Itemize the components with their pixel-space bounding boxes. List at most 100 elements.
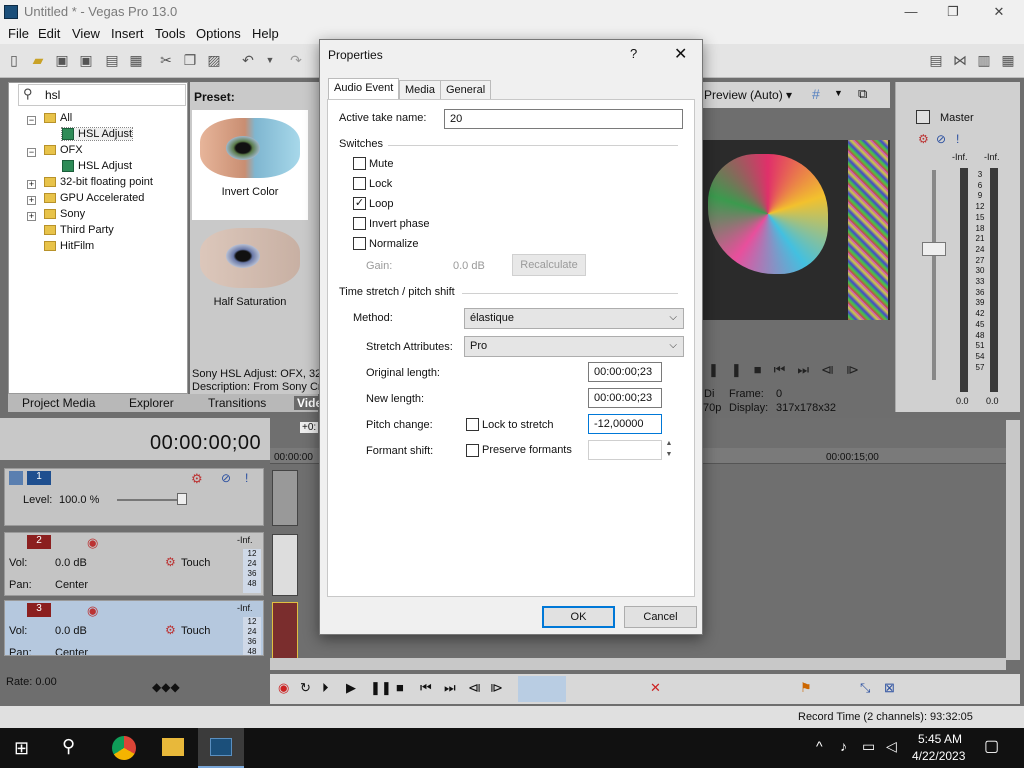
tree-item-hsl-adjust[interactable]: HSL Adjust [62, 160, 132, 173]
toolbar-icon-c[interactable]: ▥ [976, 52, 992, 68]
prev-frame-icon[interactable]: ⧏ [468, 680, 481, 696]
open-icon[interactable]: ▰ [30, 52, 46, 68]
menu-insert[interactable]: Insert [111, 26, 144, 41]
formant-spinner[interactable]: ▲ ▼ [663, 438, 675, 460]
tab-general[interactable]: General [440, 80, 492, 100]
invert-phase-checkbox[interactable] [353, 217, 366, 230]
microphone-icon[interactable]: ♪ [840, 738, 847, 754]
render-icon[interactable]: ▤ [104, 52, 120, 68]
tree-item-all[interactable]: All [44, 112, 72, 124]
arm-record-icon[interactable]: ◉ [87, 603, 98, 619]
tray-chevron-icon[interactable]: ^ [816, 738, 823, 754]
loop-icon[interactable]: ↻ [300, 680, 311, 696]
play-icon[interactable]: ▶ [346, 680, 356, 696]
tree-item-32bit[interactable]: 32-bit floating point [44, 176, 153, 188]
cut-icon[interactable]: ✂ [158, 52, 174, 68]
search-input[interactable]: hsl [45, 88, 60, 102]
master-fader-handle[interactable] [922, 242, 946, 256]
go-to-end-icon[interactable]: ⏭ [444, 680, 456, 696]
play-from-start-icon[interactable]: ⏵ [322, 680, 329, 696]
automation-icon[interactable]: ⚙ [165, 555, 176, 569]
network-icon[interactable]: ▭ [862, 738, 875, 755]
tree-item-hsl-adjust-selected[interactable]: HSL Adjust [60, 126, 134, 142]
toolbar-icon-a[interactable]: ▤ [928, 52, 944, 68]
automation-mode[interactable]: Touch [181, 625, 210, 637]
automation-icon[interactable]: ⚙ [165, 623, 176, 637]
copy-snapshot-icon[interactable]: ⧉ [858, 86, 867, 102]
timeline-hscroll[interactable] [270, 658, 1006, 670]
expander-sony[interactable]: + [27, 212, 36, 221]
original-length-input[interactable]: 00:00:00;23 [588, 362, 662, 382]
go-to-start-icon[interactable]: ⏮ [420, 680, 432, 696]
menu-options[interactable]: Options [196, 26, 241, 41]
mute-icon[interactable]: ⊘ [936, 132, 946, 146]
properties-icon[interactable]: ▦ [128, 52, 144, 68]
expander-32bit[interactable]: + [27, 180, 36, 189]
marker-icon[interactable]: ⚑ [800, 680, 812, 696]
tree-item-sony[interactable]: Sony [44, 208, 85, 220]
menu-view[interactable]: View [72, 26, 100, 41]
preview-quality-dropdown[interactable]: Preview (Auto) ▾ [704, 88, 792, 102]
menu-tools[interactable]: Tools [155, 26, 185, 41]
edit-tool-icon[interactable] [518, 676, 566, 702]
preview-transport[interactable]: ❚❚■⏮⏭⧏⧐ [708, 362, 871, 378]
new-length-input[interactable]: 00:00:00;23 [588, 388, 662, 408]
stretch-attributes-select[interactable]: Pro ⌵ [464, 336, 684, 357]
search-icon[interactable]: ⚲ [62, 736, 75, 757]
toolbar-icon-b[interactable]: ⋈ [952, 52, 968, 68]
active-take-input[interactable]: 20 [444, 109, 683, 129]
loop-checkbox[interactable]: ✓ [353, 197, 366, 210]
recalculate-button[interactable]: Recalculate [512, 254, 586, 276]
solo-icon[interactable]: ! [956, 132, 959, 146]
normalize-checkbox[interactable] [353, 237, 366, 250]
pause-icon[interactable]: ❚❚ [370, 680, 392, 696]
video-track-1[interactable]: 1 Level: 100.0 % ⚙ ⊘ ! [4, 468, 264, 526]
save-icon[interactable]: ▣ [54, 52, 70, 68]
tab-media[interactable]: Media [399, 80, 441, 100]
arm-record-icon[interactable]: ◉ [87, 535, 98, 551]
plugin-search-box[interactable]: ⚲ hsl [18, 84, 186, 106]
volume-icon[interactable]: ◁ [886, 738, 897, 755]
tab-explorer[interactable]: Explorer [129, 396, 174, 410]
rate-slider[interactable]: ◆◆◆ [152, 680, 180, 694]
expander-ofx[interactable]: − [27, 148, 36, 157]
preserve-formants-checkbox[interactable] [466, 444, 479, 457]
cancel-button[interactable]: Cancel [624, 606, 697, 628]
window-close-button[interactable]: ✕ [976, 2, 1022, 22]
snapping-icon[interactable]: ⤡ [860, 680, 870, 696]
notifications-icon[interactable]: ▢ [984, 736, 999, 756]
track-collapse-icon[interactable] [9, 471, 23, 485]
lock-checkbox[interactable] [353, 177, 366, 190]
record-icon[interactable]: ◉ [278, 680, 289, 696]
undo-dropdown-icon[interactable]: ▼ [262, 52, 278, 68]
audio-track-2[interactable]: 2 ◉ Vol: 0.0 dB ⚙ Touch Pan: Center -Inf… [4, 532, 264, 596]
video-event[interactable] [272, 470, 298, 526]
ok-button[interactable]: OK [542, 606, 615, 628]
mute-checkbox[interactable] [353, 157, 366, 170]
audio-event-2[interactable] [272, 534, 298, 596]
next-frame-icon[interactable]: ⧐ [490, 680, 503, 696]
grid-icon[interactable]: # [812, 86, 820, 102]
help-button[interactable]: ? [630, 46, 637, 61]
audio-event-3[interactable] [272, 602, 298, 660]
tab-project-media[interactable]: Project Media [22, 396, 95, 410]
minimize-button[interactable]: — [888, 2, 934, 22]
lock-to-stretch-checkbox[interactable] [466, 418, 479, 431]
tree-item-third-party[interactable]: Third Party [44, 224, 114, 236]
dialog-close-button[interactable]: ✕ [674, 44, 687, 64]
tree-item-ofx[interactable]: OFX [44, 144, 83, 156]
undo-icon[interactable]: ↶ [240, 52, 256, 68]
menu-help[interactable]: Help [252, 26, 279, 41]
delete-icon[interactable]: ✕ [650, 680, 661, 696]
windows-start-icon[interactable]: ⊞ [14, 738, 29, 759]
file-explorer-icon[interactable] [162, 738, 184, 756]
track-fx-icon[interactable]: ⚙ [191, 471, 203, 487]
restore-button[interactable]: ❐ [930, 2, 976, 22]
automation-mode[interactable]: Touch [181, 557, 210, 569]
tree-item-gpu[interactable]: GPU Accelerated [44, 192, 144, 204]
expander-gpu[interactable]: + [27, 196, 36, 205]
new-icon[interactable]: ▯ [6, 52, 22, 68]
copy-icon[interactable]: ❐ [182, 52, 198, 68]
expander-all[interactable]: − [27, 116, 36, 125]
fx-icon[interactable]: ⚙ [918, 132, 929, 146]
